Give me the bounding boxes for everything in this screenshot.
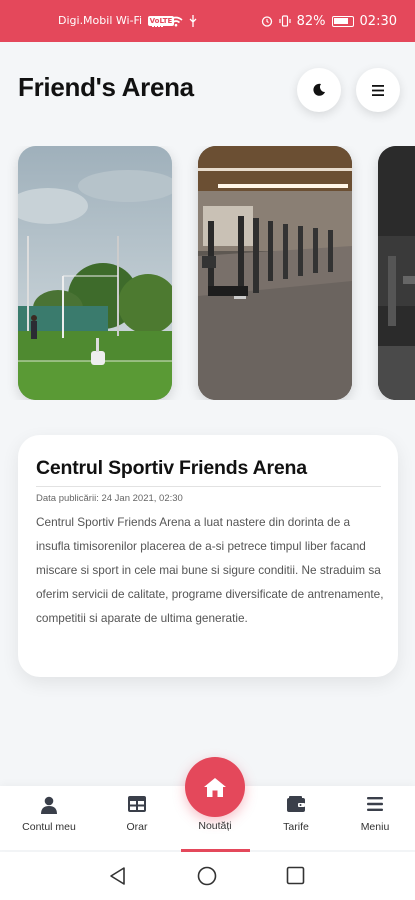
nav-label-pricing: Tarife (283, 821, 309, 833)
usb-icon (189, 15, 197, 27)
nav-label-news: Noutăți (198, 820, 232, 832)
home-circle-icon[interactable] (197, 866, 217, 886)
recents-icon[interactable] (286, 866, 305, 885)
back-icon[interactable] (108, 866, 128, 886)
news-title: Centrul Sportiv Friends Arena (36, 457, 307, 479)
alarm-icon (261, 16, 272, 27)
carrier-name: Digi.Mobil Wi-Fi VoLTE (58, 14, 175, 27)
news-card[interactable]: Centrul Sportiv Friends Arena Data publi… (18, 435, 398, 677)
nav-label-account: Contul meu (22, 821, 76, 833)
image-carousel[interactable] (0, 146, 415, 400)
nav-item-menu[interactable]: Meniu (335, 786, 415, 850)
moon-icon (313, 83, 325, 96)
carousel-slide-football-field[interactable] (18, 146, 172, 400)
news-divider (36, 486, 381, 487)
carousel-slide-gym-treadmills[interactable] (198, 146, 352, 400)
nav-label-schedule: Orar (126, 821, 148, 833)
hamburger-icon (372, 84, 384, 96)
carousel-slide-gym-equipment[interactable] (378, 146, 415, 400)
system-navigation-bar (0, 852, 415, 900)
menu-button[interactable] (356, 68, 400, 112)
volte-badge: VoLTE (147, 16, 175, 26)
gym-equipment-image (378, 146, 415, 400)
user-icon (41, 796, 57, 814)
nav-item-pricing[interactable]: Tarife (256, 786, 336, 850)
status-icons: 82% 02:30 (151, 13, 397, 29)
gym-treadmills-image (198, 146, 352, 400)
nav-item-schedule[interactable]: Orar (97, 786, 177, 850)
theme-toggle-button[interactable] (297, 68, 341, 112)
carrier-label: Digi.Mobil Wi-Fi (58, 14, 143, 27)
vibrate-icon (279, 15, 291, 27)
nav-item-account[interactable]: Contul meu (9, 786, 89, 850)
battery-icon (331, 15, 354, 27)
clock: 02:30 (359, 13, 397, 29)
news-body: Centrul Sportiv Friends Arena a luat nas… (36, 515, 384, 625)
football-field-image (18, 146, 172, 400)
menu-icon (367, 797, 383, 811)
home-icon (204, 777, 226, 797)
nav-item-news-button[interactable] (185, 757, 245, 817)
app-header: Friend's Arena (0, 42, 415, 137)
battery-percent: 82% (296, 13, 326, 29)
news-date: Data publicării: 24 Jan 2021, 02:30 (36, 493, 183, 504)
wallet-icon (287, 796, 305, 812)
page-title: Friend's Arena (18, 72, 194, 102)
status-bar: Digi.Mobil Wi-Fi VoLTE 82% 02:30 (0, 0, 415, 42)
table-icon (128, 796, 146, 812)
nav-label-menu: Meniu (360, 821, 390, 833)
